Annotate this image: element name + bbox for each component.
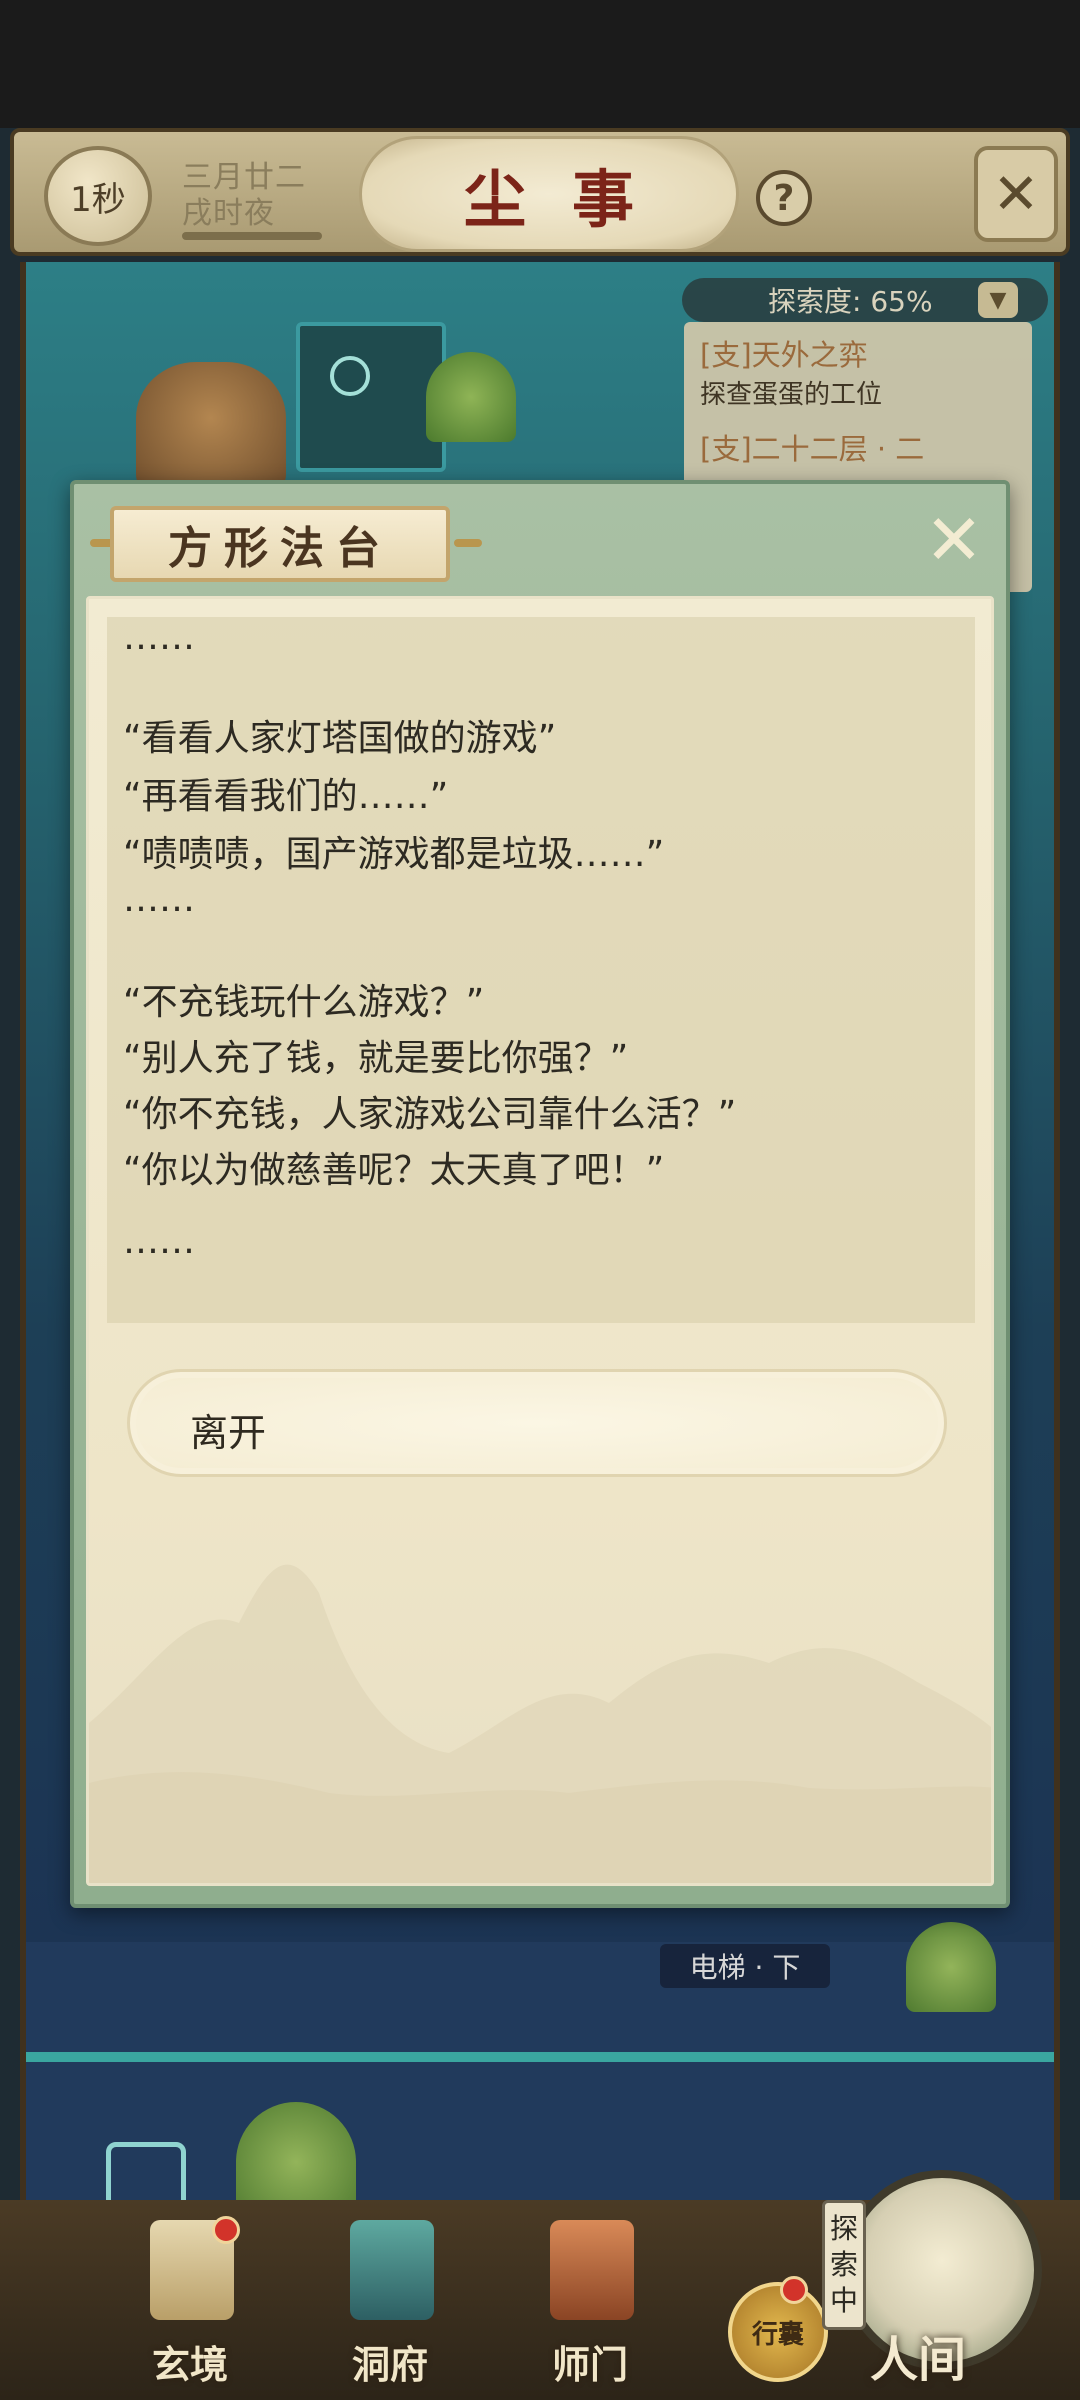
quest-title[interactable]: [支]天外之弈 [700, 332, 868, 374]
story-line: …… [123, 617, 195, 658]
dialog-title: 方形法台 [168, 523, 392, 574]
story-line: “啧啧啧，国产游戏都是垃圾……” [123, 834, 665, 875]
close-icon: ✕ [924, 499, 984, 581]
top-strip [0, 0, 1080, 128]
story-line: “你以为做慈善呢？太天真了吧！” [123, 1150, 665, 1191]
elevator-down-button[interactable]: 电梯 · 下 [660, 1944, 830, 1988]
mountain-landscape-decoration [89, 1564, 991, 1883]
dialog-title-plaque: 方形法台 [110, 506, 450, 582]
quest-title[interactable]: [支]二十二层 · 二 [700, 426, 924, 468]
quest-subtitle: 探查蛋蛋的工位 [700, 380, 883, 410]
renjian-label: 人间 [870, 2332, 967, 2388]
dialog-close-button[interactable]: ✕ [916, 499, 992, 581]
dialog-body: …… “看看人家灯塔国做的游戏” “再看看我们的……” “啧啧啧，国产游戏都是垃… [86, 596, 994, 1886]
timer-badge[interactable]: 1秒 [44, 146, 152, 246]
close-icon: ✕ [992, 161, 1040, 227]
banner-icon [550, 2220, 634, 2320]
story-line: …… [123, 879, 195, 920]
timer-text: 1秒 [70, 179, 126, 220]
dialog-window: 方形法台 ✕ …… “看看人家灯塔国做的游戏” “再看看我们的……” “啧啧啧，… [70, 480, 1010, 1908]
exploring-tag: 探索中 [822, 2200, 866, 2330]
leave-option-label: 离开 [190, 1411, 267, 1455]
plant-decoration [906, 1922, 996, 2012]
header-close-button[interactable]: ✕ [974, 146, 1058, 242]
story-line: “不充钱玩什么游戏？” [123, 982, 485, 1023]
bag-button[interactable]: 行囊 [728, 2282, 828, 2382]
date-hour: 戌时夜 [182, 196, 275, 231]
explore-toggle-button[interactable]: ▼ [978, 282, 1018, 318]
story-line: …… [123, 1221, 195, 1262]
scene-console [296, 322, 446, 472]
page-title: 尘事 [463, 163, 680, 236]
notification-badge [212, 2216, 240, 2244]
chevron-down-icon: ▼ [989, 287, 1007, 313]
story-line: “看看人家灯塔国做的游戏” [123, 718, 557, 759]
nav-item-dongfu[interactable]: 洞府 [320, 2220, 460, 2390]
nav-label: 玄境 [151, 2342, 228, 2387]
story-line: “再看看我们的……” [123, 776, 449, 817]
story-line: “你不充钱，人家游戏公司靠什么活？” [123, 1094, 737, 1135]
header-bar: 1秒 三月廿二 戌时夜 尘事 ? ✕ [10, 128, 1070, 256]
console-glyph-icon [330, 356, 370, 396]
help-icon: ? [773, 177, 795, 219]
nav-label: 师门 [551, 2342, 628, 2387]
scene-railing [26, 2052, 1054, 2062]
page-title-plaque: 尘事 [359, 136, 739, 252]
story-line: “别人充了钱，就是要比你强？” [123, 1038, 629, 1079]
pavilion-icon [350, 2220, 434, 2320]
leave-option-button[interactable]: 离开 [127, 1369, 947, 1477]
plaque-ornament [454, 539, 482, 547]
bag-label: 行囊 [751, 2319, 804, 2350]
nav-label: 洞府 [351, 2342, 428, 2387]
date-progress-bar [182, 232, 322, 240]
chair-decoration [106, 2142, 186, 2202]
help-button[interactable]: ? [756, 170, 812, 226]
nav-item-shimen[interactable]: 师门 [520, 2220, 660, 2390]
plant-decoration [426, 352, 516, 442]
nav-item-xuanjing[interactable]: 玄境 [120, 2216, 260, 2390]
story-text-box: …… “看看人家灯塔国做的游戏” “再看看我们的……” “啧啧啧，国产游戏都是垃… [107, 617, 975, 1323]
notification-badge [780, 2276, 808, 2304]
